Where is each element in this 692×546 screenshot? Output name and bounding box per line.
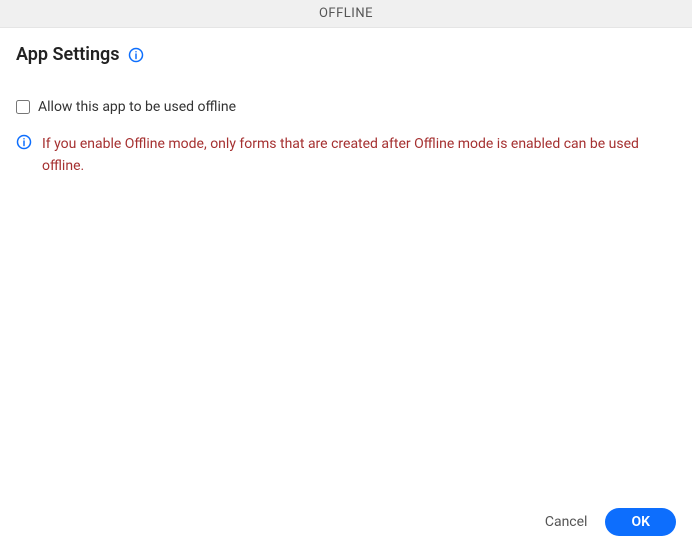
offline-checkbox-row: Allow this app to be used offline: [16, 99, 676, 115]
footer: Cancel OK: [545, 508, 676, 536]
warning-row: If you enable Offline mode, only forms t…: [16, 133, 676, 178]
ok-button[interactable]: OK: [605, 508, 676, 536]
header-tab-label: OFFLINE: [319, 6, 373, 21]
cancel-button[interactable]: Cancel: [545, 514, 588, 530]
info-icon[interactable]: [128, 47, 144, 63]
header-bar: OFFLINE: [0, 0, 692, 28]
content-area: App Settings Allow this app to be used o…: [0, 28, 692, 178]
info-icon: [16, 134, 32, 150]
warning-text: If you enable Offline mode, only forms t…: [42, 133, 656, 178]
page-title: App Settings: [16, 44, 120, 65]
offline-checkbox[interactable]: [16, 100, 30, 114]
title-row: App Settings: [16, 44, 676, 65]
offline-checkbox-label[interactable]: Allow this app to be used offline: [38, 99, 236, 115]
